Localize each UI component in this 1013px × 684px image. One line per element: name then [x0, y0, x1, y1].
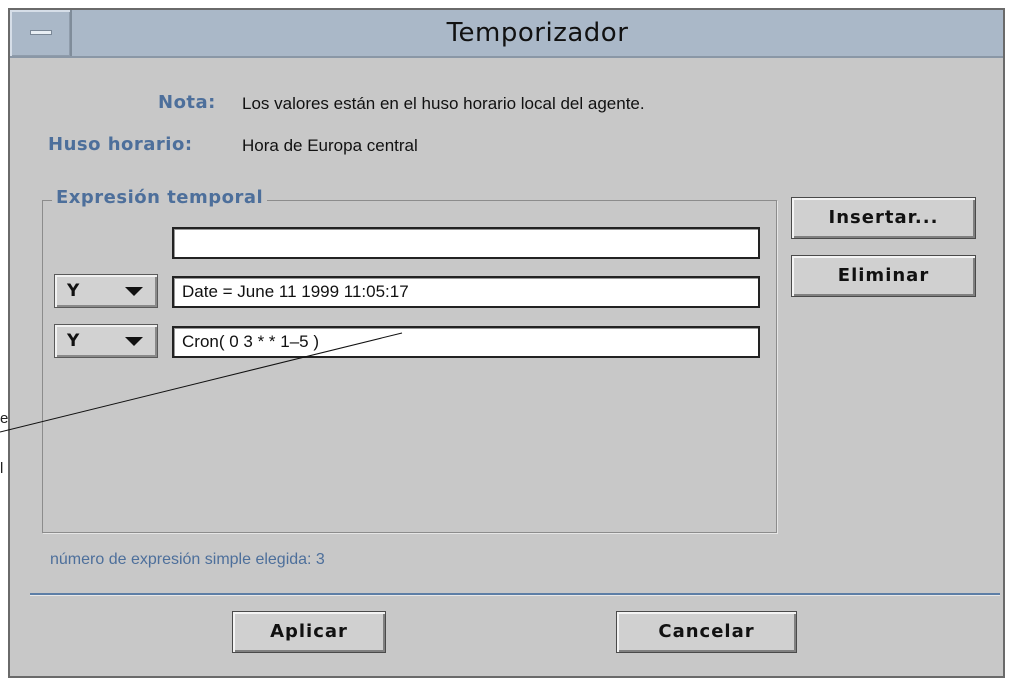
window-menu-button[interactable] — [10, 10, 72, 56]
timer-dialog: Temporizador Nota: Los valores están en … — [8, 8, 1005, 678]
time-expression-group-title: Expresión temporal — [52, 187, 268, 208]
expression-field-3[interactable]: Cron( 0 3 * * 1–5 ) — [172, 326, 760, 358]
cancel-button[interactable]: Cancelar — [616, 611, 797, 653]
operator-value: Y — [67, 331, 80, 351]
operator-value: Y — [67, 281, 80, 301]
window-title: Temporizador — [446, 18, 629, 48]
operator-select-2[interactable]: Y — [54, 274, 158, 308]
expression-field-1[interactable] — [172, 227, 760, 259]
timezone-value: Hora de Europa central — [242, 136, 418, 155]
chevron-down-icon — [125, 287, 143, 296]
note-value: Los valores están en el huso horario loc… — [242, 94, 645, 113]
title-bar: Temporizador — [10, 10, 1003, 58]
note-label: Nota: — [158, 92, 216, 113]
expression-field-2[interactable]: Date = June 11 1999 11:05:17 — [172, 276, 760, 308]
timezone-label: Huso horario: — [48, 134, 193, 155]
footer-separator — [30, 593, 1000, 595]
operator-select-3[interactable]: Y — [54, 324, 158, 358]
apply-button[interactable]: Aplicar — [232, 611, 386, 653]
delete-button[interactable]: Eliminar — [791, 255, 976, 297]
callout-text-fragment-2: l — [0, 460, 4, 477]
window-menu-icon — [30, 30, 52, 35]
insert-button[interactable]: Insertar... — [791, 197, 976, 239]
chevron-down-icon — [125, 337, 143, 346]
status-text: número de expresión simple elegida: 3 — [50, 551, 325, 568]
